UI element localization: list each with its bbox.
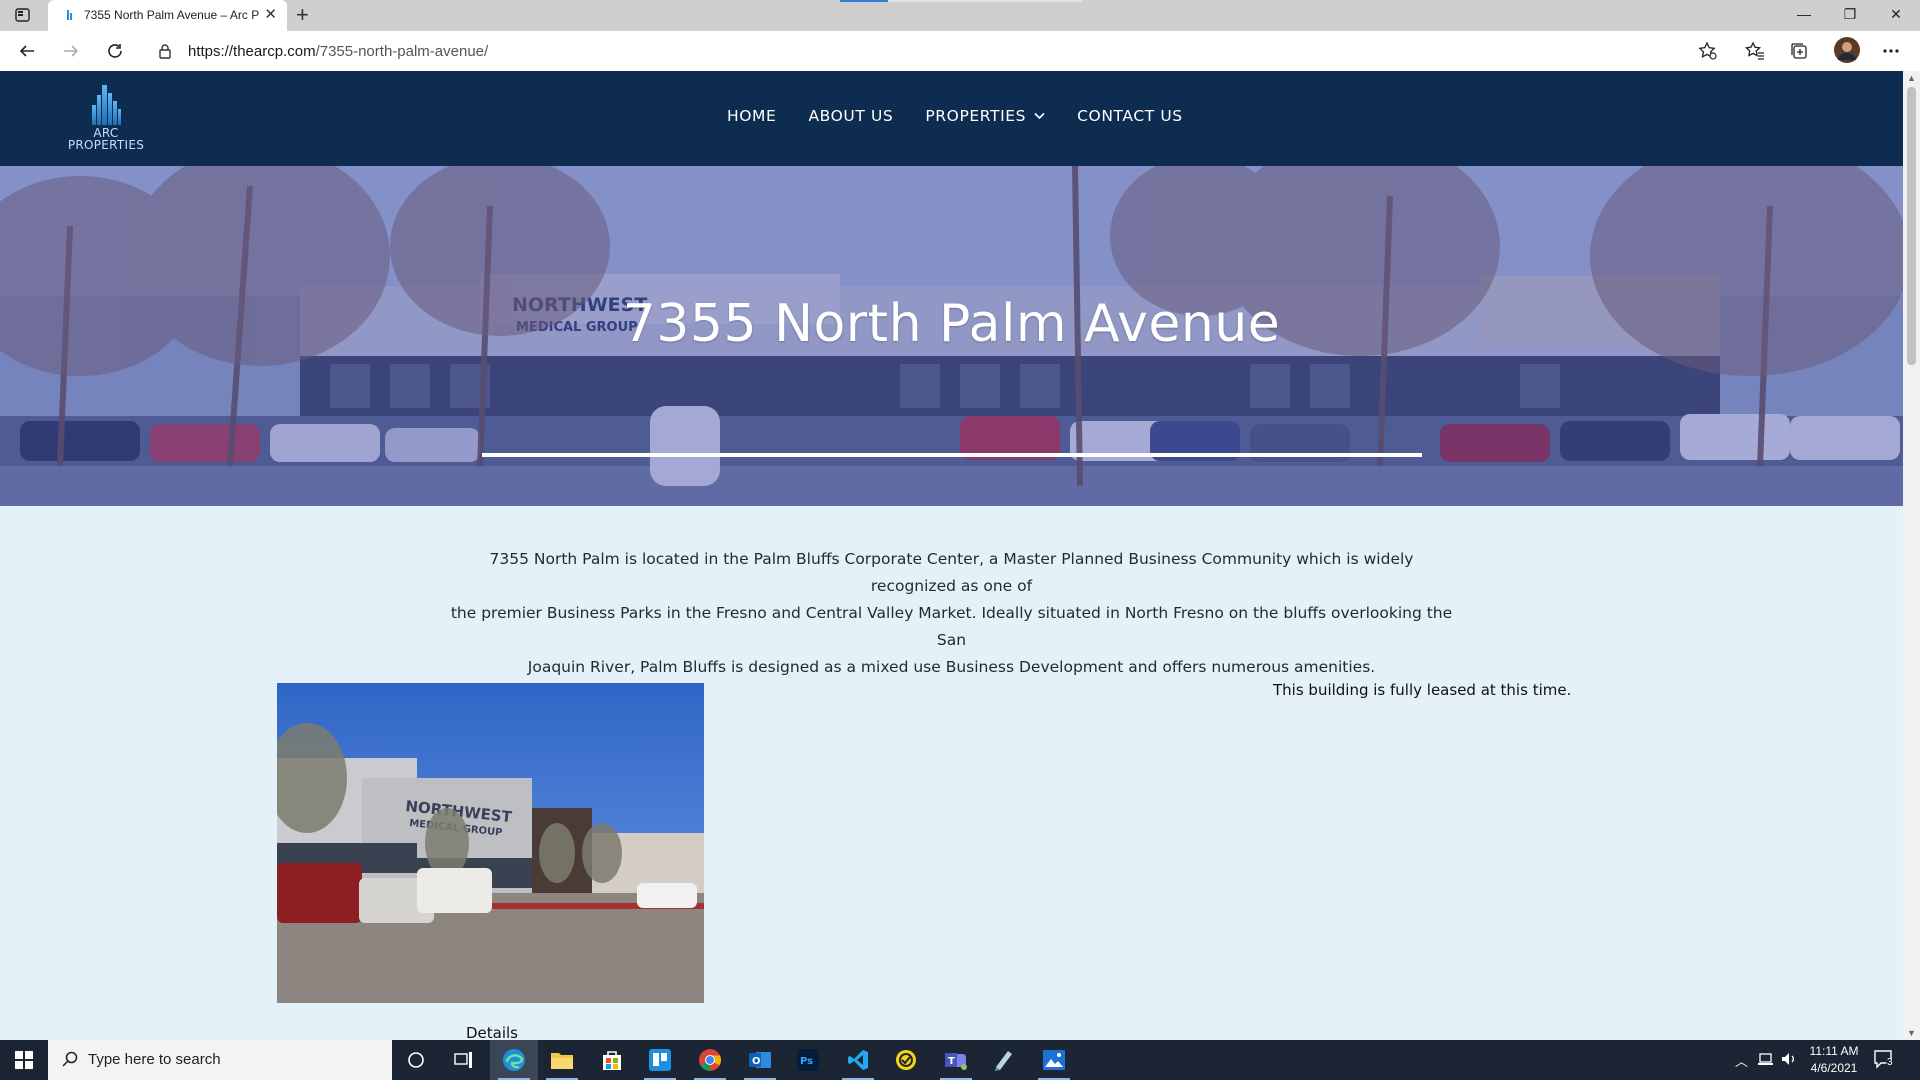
restore-window-icon[interactable]: ❐ [1830,4,1870,24]
main-navigation: HOME ABOUT US PROPERTIES CONTACT US [727,101,1215,131]
active-browser-tab[interactable]: 7355 North Palm Avenue – Arc P ✕ [48,0,287,31]
lock-icon[interactable] [158,43,172,64]
windows-taskbar: Type here to search O Ps T ︿ 11:11 AM 4/… [0,1040,1920,1080]
new-tab-button[interactable]: + [296,3,309,27]
page-scrollbar[interactable]: ▲ ▼ [1903,71,1920,1040]
edge-browser-icon[interactable] [490,1040,538,1080]
url-path: /7355-north-palm-avenue/ [315,43,489,60]
page-viewport: ARC PROPERTIES HOME ABOUT US PROPERTIES … [0,71,1903,1040]
nav-home[interactable]: HOME [727,101,776,131]
collections-icon[interactable] [1788,40,1810,62]
close-tab-icon[interactable]: ✕ [264,6,277,24]
page-loading-indicator [840,0,1082,2]
taskbar-clock[interactable]: 11:11 AM 4/6/2021 [1800,1043,1868,1077]
windows-logo-icon [15,1051,33,1069]
property-photo[interactable]: NORTHWEST MEDICAL GROUP [277,683,704,1003]
nav-properties-label: PROPERTIES [925,107,1027,125]
notepad-app-icon[interactable] [980,1040,1028,1080]
show-hidden-icons-chevron-icon[interactable]: ︿ [1735,1051,1748,1070]
page-title: 7355 North Palm Avenue [622,294,1281,354]
address-bar[interactable]: https://thearcp.com/7355-north-palm-aven… [144,35,1726,67]
nav-contact-us[interactable]: CONTACT US [1077,101,1183,131]
more-options-icon[interactable] [1880,40,1902,62]
url-host: https://thearcp.com [188,43,316,60]
browser-toolbar: https://thearcp.com/7355-north-palm-aven… [0,31,1920,72]
cortana-icon[interactable] [392,1040,440,1080]
search-placeholder: Type here to search [88,1051,221,1068]
scroll-down-arrow-icon[interactable]: ▼ [1907,1028,1916,1038]
property-description: 7355 North Palm is located in the Palm B… [450,546,1453,681]
close-window-icon[interactable]: ✕ [1876,4,1916,24]
add-favorite-icon[interactable] [1697,40,1719,62]
favorites-icon[interactable] [1744,40,1766,62]
description-line-2: the premier Business Parks in the Fresno… [450,604,1453,649]
scrollbar-thumb[interactable] [1907,87,1916,365]
visual-studio-code-icon[interactable] [834,1040,882,1080]
hero-banner: NORTHWEST MEDICAL GROUP [0,166,1903,506]
start-button[interactable] [0,1040,48,1080]
tab-actions-icon[interactable] [14,7,32,24]
url-text[interactable]: https://thearcp.com/7355-north-palm-aven… [188,43,488,60]
scroll-up-arrow-icon[interactable]: ▲ [1907,73,1916,83]
leasing-status-note: This building is fully leased at this ti… [1273,681,1572,699]
refresh-button[interactable] [104,40,126,62]
microsoft-store-icon[interactable] [588,1040,636,1080]
logo-text-properties: PROPERTIES [67,138,145,152]
teams-icon[interactable]: T [932,1040,980,1080]
outlook-icon[interactable]: O [736,1040,784,1080]
browser-tab-strip: 7355 North Palm Avenue – Arc P ✕ + — ❐ ✕ [0,0,1920,31]
svg-text:T: T [948,1056,955,1067]
search-icon [62,1051,78,1072]
site-favicon-icon [62,8,76,22]
description-line-1: 7355 North Palm is located in the Palm B… [489,550,1414,595]
task-view-icon[interactable] [440,1040,488,1080]
volume-icon[interactable] [1780,1051,1798,1072]
notification-count-badge: 3 [1887,1057,1893,1068]
nav-properties[interactable]: PROPERTIES [925,101,1045,131]
norton-icon[interactable] [882,1040,930,1080]
trello-icon[interactable] [636,1040,684,1080]
arc-properties-logo[interactable]: ARC PROPERTIES [56,83,156,158]
svg-text:O: O [752,1056,761,1067]
file-explorer-icon[interactable] [538,1040,586,1080]
chrome-icon[interactable] [686,1040,734,1080]
tab-title: 7355 North Palm Avenue – Arc P [84,8,260,22]
chevron-down-icon [1034,102,1045,132]
svg-text:Ps: Ps [800,1056,813,1067]
forward-button[interactable] [60,40,82,62]
profile-avatar[interactable] [1834,37,1860,63]
minimize-window-icon[interactable]: — [1784,4,1824,24]
site-header: ARC PROPERTIES HOME ABOUT US PROPERTIES … [0,71,1903,166]
network-icon[interactable] [1757,1051,1775,1072]
clock-time: 11:11 AM [1809,1044,1859,1058]
nav-about-us[interactable]: ABOUT US [808,101,893,131]
back-button[interactable] [16,40,38,62]
clock-date: 4/6/2021 [1810,1061,1858,1075]
title-underline-divider [482,453,1422,457]
action-center-icon[interactable]: 3 [1872,1048,1908,1072]
taskbar-search-box[interactable]: Type here to search [48,1040,392,1080]
description-line-3: Joaquin River, Palm Bluffs is designed a… [527,658,1376,676]
details-heading: Details [466,1024,519,1040]
photoshop-icon[interactable]: Ps [784,1040,832,1080]
photos-app-icon[interactable] [1030,1040,1078,1080]
